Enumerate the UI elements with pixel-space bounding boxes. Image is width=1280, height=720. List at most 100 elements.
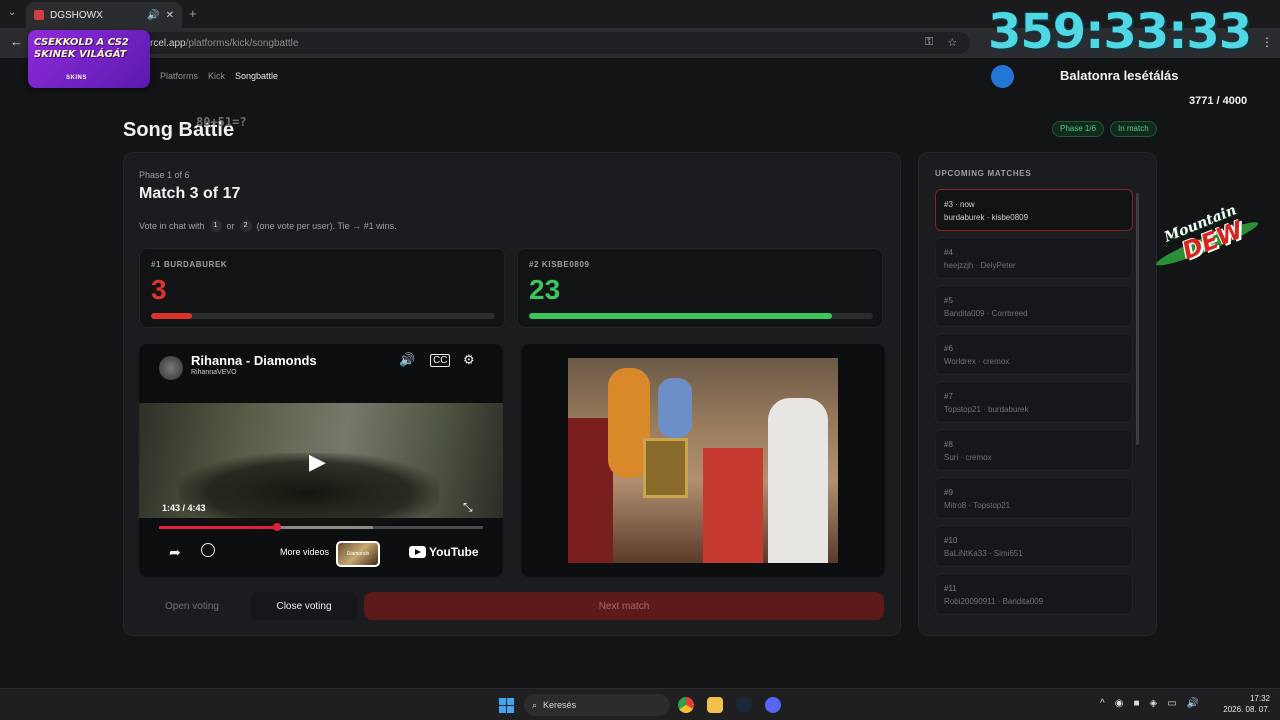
file-explorer-icon[interactable] <box>707 697 723 713</box>
more-videos-label[interactable]: More videos <box>280 547 329 557</box>
upcoming-item[interactable]: #6 Worldrex · cremox <box>935 333 1133 375</box>
upcoming-item-teams: Suri · cremox <box>944 453 992 462</box>
close-tab-icon[interactable]: ✕ <box>166 10 174 21</box>
goal-count: 3771 / 4000 <box>1189 95 1248 107</box>
play-icon[interactable]: ▶ <box>309 449 326 475</box>
upcoming-item[interactable]: #11 Robi20090911 · Bandita009 <box>935 573 1133 615</box>
taskbar-search[interactable]: ⌕ Keresés <box>524 694 670 716</box>
upcoming-item[interactable]: #4 heejzzjh · DelyPeter <box>935 237 1133 279</box>
captions-icon[interactable]: CC <box>430 354 451 367</box>
taskbar-date: 2026. 08. 07. <box>1223 705 1270 714</box>
youtube-play-icon <box>409 546 426 558</box>
video-played-fill <box>159 526 277 529</box>
sponsor-line-1: CSEKKOLD A CS2 <box>34 37 129 48</box>
fullscreen-icon[interactable]: ⤡ <box>463 500 473 515</box>
upcoming-item-teams: burdaburek · kisbe0809 <box>944 213 1029 222</box>
sponsor-line-2: SKINEK VILÁGÁT <box>34 49 127 60</box>
youtube-logo[interactable]: YouTube <box>409 545 479 559</box>
volume-icon[interactable]: 🔊 <box>399 352 415 368</box>
tray-discord-icon[interactable]: ◈ <box>1149 698 1157 709</box>
tab-favicon <box>34 10 44 20</box>
upcoming-item-number: #3 · now <box>944 200 975 209</box>
close-voting-button[interactable]: Close voting <box>251 592 357 620</box>
taskbar: ⌕ Keresés ^ ◉ ■ ◈ ▭ 🔊 17:32 2026. 08. 07… <box>0 688 1280 720</box>
upcoming-item-number: #4 <box>944 248 953 257</box>
phase-label: Phase 1 of 6 <box>139 170 190 180</box>
upcoming-item[interactable]: #9 Mitro8 · Topstop21 <box>935 477 1133 519</box>
vote-instr-post: (one vote per user). Tie → #1 wins. <box>256 221 397 231</box>
upcoming-scrollbar[interactable] <box>1136 193 1139 445</box>
tray-volume-icon[interactable]: 🔊 <box>1187 698 1199 709</box>
contestant-2-bar <box>529 313 873 319</box>
tab-title: DGSHOWX <box>50 9 103 21</box>
stream-timer: 359:33:33 <box>988 4 1252 60</box>
upcoming-item-teams: Topstop21 · burdaburek <box>944 405 1029 414</box>
contestant-1-card: #1 BURDABUREK 3 <box>139 248 505 328</box>
upcoming-item[interactable]: #10 BaLiNtKa33 · Simi651 <box>935 525 1133 567</box>
video-title[interactable]: Rihanna - Diamonds <box>191 353 317 368</box>
bookmark-star-icon[interactable]: ☆ <box>947 36 957 49</box>
contestant-2-label: #2 KISBE0809 <box>529 260 590 269</box>
status-pill: In match <box>1110 121 1157 137</box>
more-videos-thumbnail[interactable]: Diamonds <box>336 541 380 567</box>
search-icon: ⌕ <box>532 699 538 710</box>
video-player-1[interactable]: Rihanna - Diamonds RihannaVEVO 🔊 CC ⚙ ▶ … <box>139 344 503 577</box>
browser-tab[interactable]: DGSHOWX 🔊 ✕ <box>26 2 182 28</box>
video-scrubber[interactable] <box>272 523 281 531</box>
next-match-button[interactable]: Next match <box>364 592 884 620</box>
video-channel[interactable]: RihannaVEVO <box>191 369 237 376</box>
video-2-frame[interactable] <box>568 358 838 563</box>
back-icon[interactable]: ← <box>10 34 23 49</box>
chrome-icon[interactable] <box>678 697 694 713</box>
goal-progress-dot <box>991 65 1014 88</box>
mountain-dew-logo: Mountain DEW <box>1139 191 1268 296</box>
upcoming-item[interactable]: #8 Suri · cremox <box>935 429 1133 471</box>
vote-instr-pre: Vote in chat with <box>139 221 205 231</box>
audio-icon[interactable]: 🔊 <box>147 10 159 21</box>
breadcrumb-current: Songbattle <box>235 71 279 81</box>
tray-expand-icon[interactable]: ^ <box>1100 698 1105 709</box>
upcoming-matches-panel: UPCOMING MATCHES #3 · now burdaburek · ki… <box>918 152 1157 636</box>
tray-app-icon[interactable]: ■ <box>1133 698 1139 709</box>
upcoming-item-teams: heejzzjh · DelyPeter <box>944 261 1016 270</box>
share-icon[interactable]: ➦ <box>169 544 181 561</box>
vote-key-2: 2 <box>239 220 252 232</box>
open-voting-button[interactable]: Open voting <box>139 592 245 620</box>
upcoming-title: UPCOMING MATCHES <box>935 169 1032 178</box>
breadcrumb-kick[interactable]: Kick <box>208 71 225 81</box>
password-key-icon[interactable]: ⚿ <box>925 36 933 49</box>
thumbnail-text: Diamonds <box>346 551 370 557</box>
upcoming-item-number: #10 <box>944 536 958 545</box>
video-progress-bar[interactable] <box>159 523 483 531</box>
youtube-logo-text: YouTube <box>429 545 479 559</box>
math-overlay: 80+51=? <box>196 115 247 129</box>
upcoming-item[interactable]: #5 Bandita009 · Corrbreed <box>935 285 1133 327</box>
taskbar-search-label: Keresés <box>543 700 577 710</box>
watch-later-icon[interactable] <box>201 543 215 557</box>
discord-icon[interactable] <box>765 697 781 713</box>
contestant-2-bar-fill <box>529 313 832 319</box>
upcoming-item-number: #6 <box>944 344 953 353</box>
channel-avatar[interactable] <box>159 356 183 380</box>
video-player-2[interactable] <box>521 344 885 577</box>
tray-network-icon[interactable]: ▭ <box>1167 698 1176 709</box>
windows-start-icon[interactable] <box>499 698 514 713</box>
url-field[interactable]: rcel.app/platforms/kick/songbattle <box>140 32 970 54</box>
upcoming-item-teams: Worldrex · cremox <box>944 357 1010 366</box>
upcoming-item-number: #11 <box>944 584 957 593</box>
new-tab-icon[interactable]: + <box>189 6 197 21</box>
taskbar-clock[interactable]: 17:32 2026. 08. 07. <box>1218 693 1270 715</box>
settings-gear-icon[interactable]: ⚙ <box>463 352 475 368</box>
breadcrumb-platforms[interactable]: Platforms <box>160 71 198 81</box>
upcoming-item-number: #7 <box>944 392 953 401</box>
phase-pill: Phase 1/6 <box>1052 121 1105 137</box>
video-frame[interactable]: ▶ <box>139 403 503 533</box>
tab-list-icon[interactable]: ⌄ <box>8 7 16 18</box>
upcoming-item[interactable]: #7 Topstop21 · burdaburek <box>935 381 1133 423</box>
upcoming-item-teams: Mitro8 · Topstop21 <box>944 501 1011 510</box>
steam-icon[interactable] <box>736 697 752 713</box>
upcoming-item-number: #5 <box>944 296 953 305</box>
contestant-1-label: #1 BURDABUREK <box>151 260 228 269</box>
upcoming-item[interactable]: #3 · now burdaburek · kisbe0809 <box>935 189 1133 231</box>
tray-steam-icon[interactable]: ◉ <box>1115 698 1124 709</box>
